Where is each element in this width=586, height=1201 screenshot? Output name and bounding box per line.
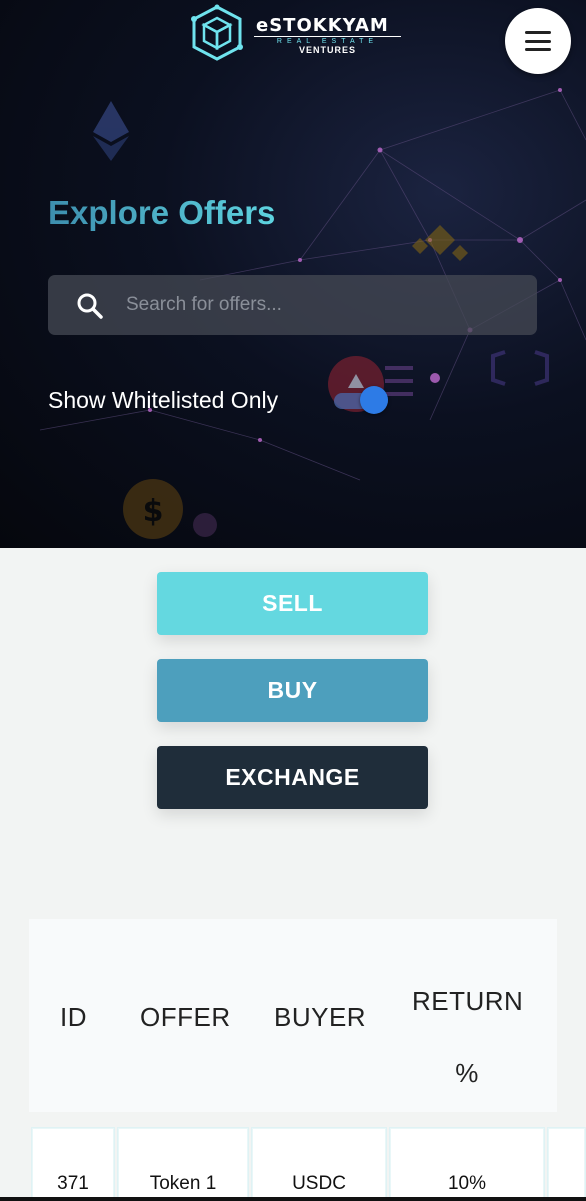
column-header-id[interactable]: ID bbox=[60, 1002, 87, 1033]
cube-logo-icon bbox=[191, 4, 243, 61]
svg-text:$: $ bbox=[143, 494, 164, 529]
whitelist-toggle[interactable] bbox=[334, 386, 388, 414]
search-icon bbox=[77, 293, 103, 319]
cell-offer: Token 1 bbox=[117, 1127, 249, 1201]
hero-section: $ eSTOKKYAM REAL ESTATE VENTURES Explore… bbox=[0, 0, 586, 548]
table-row[interactable]: 371 Token 1 USDC 10% bbox=[29, 1127, 586, 1201]
sell-button[interactable]: SELL bbox=[157, 572, 428, 635]
binance-icon bbox=[412, 225, 468, 261]
whitelist-label: Show Whitelisted Only bbox=[48, 387, 279, 413]
cell-id: 371 bbox=[31, 1127, 115, 1201]
bottom-edge bbox=[0, 1197, 586, 1201]
ethereum-icon bbox=[93, 101, 129, 161]
cell-extra bbox=[547, 1127, 586, 1201]
search-bar[interactable] bbox=[48, 275, 537, 335]
buy-button[interactable]: BUY bbox=[157, 659, 428, 722]
menu-button[interactable] bbox=[505, 8, 571, 74]
offers-table-header: ID OFFER BUYER RETURN % bbox=[29, 919, 557, 1112]
column-header-offer[interactable]: OFFER bbox=[140, 1002, 231, 1033]
cell-buyer: USDC bbox=[251, 1127, 387, 1201]
search-input[interactable] bbox=[126, 285, 516, 325]
exchange-button[interactable]: EXCHANGE bbox=[157, 746, 428, 809]
cell-return: 10% bbox=[389, 1127, 545, 1201]
brand-subtitle: VENTURES bbox=[298, 45, 356, 55]
toggle-knob bbox=[360, 386, 388, 414]
column-header-buyer[interactable]: BUYER bbox=[274, 1002, 366, 1033]
page-title: Explore Offers bbox=[48, 194, 276, 231]
column-header-return[interactable]: RETURN % bbox=[412, 965, 523, 1109]
brand-name: eSTOKKYAM bbox=[256, 15, 389, 36]
brand-logo[interactable]: eSTOKKYAM REAL ESTATE VENTURES bbox=[190, 4, 405, 64]
brand-tagline: REAL ESTATE bbox=[254, 36, 401, 45]
hamburger-menu-icon bbox=[525, 31, 551, 51]
network-background: $ bbox=[39, 88, 586, 539]
dollar-coin-icon: $ bbox=[123, 479, 183, 539]
chainlink-icon bbox=[491, 350, 549, 386]
